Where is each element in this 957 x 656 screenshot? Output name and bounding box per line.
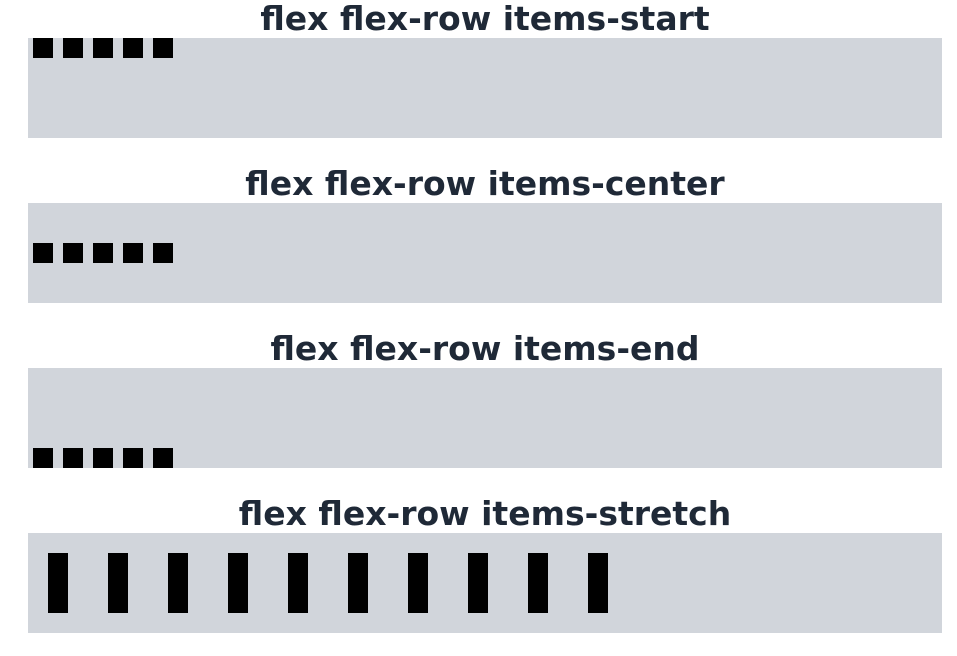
flex-item — [33, 38, 53, 58]
section-title: flex flex-row items-end — [270, 329, 700, 368]
flex-item-stretched — [168, 553, 188, 613]
flex-item-stretched — [108, 553, 128, 613]
flex-item — [93, 38, 113, 58]
flex-item — [123, 38, 143, 58]
section-title: flex flex-row items-stretch — [238, 494, 732, 533]
flex-item — [63, 448, 83, 468]
flex-container-stretch — [28, 533, 942, 633]
flex-item — [63, 38, 83, 58]
flex-item — [63, 243, 83, 263]
flex-item-stretched — [228, 553, 248, 613]
flex-item-stretched — [588, 553, 608, 613]
flex-item-stretched — [528, 553, 548, 613]
flex-container-start — [28, 38, 942, 138]
flex-item-stretched — [408, 553, 428, 613]
flex-item — [123, 243, 143, 263]
flex-item-stretched — [48, 553, 68, 613]
flex-item — [33, 448, 53, 468]
flex-container-end — [28, 368, 942, 468]
flex-item — [153, 243, 173, 263]
flex-item — [153, 448, 173, 468]
flex-item — [153, 38, 173, 58]
flex-item-stretched — [468, 553, 488, 613]
flex-container-center — [28, 203, 942, 303]
section-title: flex flex-row items-center — [245, 164, 725, 203]
section-title: flex flex-row items-start — [260, 0, 710, 38]
flex-item-stretched — [288, 553, 308, 613]
flex-item — [33, 243, 53, 263]
flex-item — [93, 448, 113, 468]
flex-item — [93, 243, 113, 263]
flex-item-stretched — [348, 553, 368, 613]
flex-item — [123, 448, 143, 468]
